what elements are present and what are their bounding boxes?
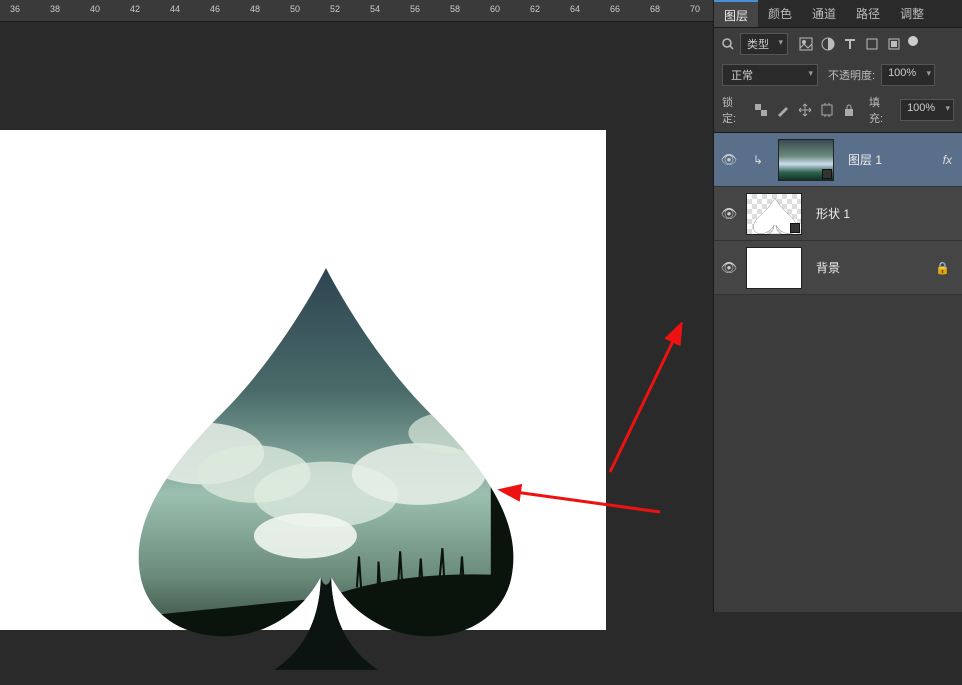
filter-type-label: 类型: [747, 39, 769, 51]
ruler-mark: 58: [450, 4, 460, 14]
visibility-icon[interactable]: 👁: [720, 260, 738, 276]
layer-row[interactable]: 👁 背景 🔒: [714, 241, 962, 295]
annotation-arrow: [590, 322, 710, 482]
vector-badge-icon: [790, 223, 800, 233]
layer-fx-label[interactable]: fx: [943, 153, 956, 167]
opacity-label: 不透明度:: [828, 67, 875, 83]
fill-input[interactable]: 100%: [900, 99, 954, 121]
ruler-mark: 42: [130, 4, 140, 14]
layers-list: 👁 ↳ 图层 1 fx 👁 形状 1 👁 背景 🔒: [714, 133, 962, 295]
tab-paths[interactable]: 路径: [846, 0, 890, 27]
lock-icon[interactable]: 🔒: [935, 261, 956, 275]
blend-mode-select[interactable]: 正常: [722, 64, 818, 86]
ruler-mark: 52: [330, 4, 340, 14]
layer-name[interactable]: 图层 1: [848, 151, 935, 168]
ruler-mark: 64: [570, 4, 580, 14]
artboard[interactable]: [0, 130, 606, 630]
lock-all-icon[interactable]: [841, 102, 857, 118]
fill-value: 100%: [907, 102, 935, 114]
filter-type-select[interactable]: 类型: [740, 33, 788, 55]
lock-label: 锁定:: [722, 94, 747, 126]
lock-move-icon[interactable]: [797, 102, 813, 118]
ruler-mark: 44: [170, 4, 180, 14]
tab-adjustments[interactable]: 调整: [890, 0, 934, 27]
smartobject-badge-icon: [822, 169, 832, 179]
filter-toggle-icon[interactable]: [908, 36, 918, 46]
filter-shape-icon[interactable]: [864, 36, 880, 52]
lock-artboard-icon[interactable]: [819, 102, 835, 118]
ruler-mark: 40: [90, 4, 100, 14]
filter-text-icon[interactable]: [842, 36, 858, 52]
layer-name[interactable]: 形状 1: [816, 205, 956, 222]
ruler-mark: 56: [410, 4, 420, 14]
ruler-mark: 54: [370, 4, 380, 14]
tab-colors[interactable]: 颜色: [758, 0, 802, 27]
opacity-value: 100%: [888, 67, 916, 79]
layer-thumbnail[interactable]: [746, 193, 802, 235]
ruler-mark: 66: [610, 4, 620, 14]
ruler-mark: 48: [250, 4, 260, 14]
tab-layers[interactable]: 图层: [714, 0, 758, 27]
blend-row: 正常 不透明度: 100%: [714, 60, 962, 90]
ruler-mark: 68: [650, 4, 660, 14]
ruler-top: 36 38 40 42 44 46 48 50 52 54 56 58 60 6…: [0, 0, 713, 22]
lock-brush-icon[interactable]: [775, 102, 791, 118]
filter-adjustment-icon[interactable]: [820, 36, 836, 52]
opacity-input[interactable]: 100%: [881, 64, 935, 86]
filter-pixel-icon[interactable]: [798, 36, 814, 52]
lock-transparency-icon[interactable]: [753, 102, 769, 118]
fill-label: 填充:: [869, 94, 894, 126]
panels: 图层 颜色 通道 路径 调整 类型 正常 不透明度: 100% 锁定: 填: [713, 0, 962, 612]
ruler-mark: 62: [530, 4, 540, 14]
ruler-mark: 36: [10, 4, 20, 14]
layer-thumbnail[interactable]: [746, 247, 802, 289]
visibility-icon[interactable]: 👁: [720, 152, 738, 168]
layer-filter-row: 类型: [714, 28, 962, 60]
panel-tabs: 图层 颜色 通道 路径 调整: [714, 0, 962, 28]
ruler-mark: 50: [290, 4, 300, 14]
tab-channels[interactable]: 通道: [802, 0, 846, 27]
search-icon: [722, 38, 734, 50]
layer-name[interactable]: 背景: [816, 259, 927, 276]
layer-row[interactable]: 👁 ↳ 图层 1 fx: [714, 133, 962, 187]
layer-thumbnail[interactable]: [778, 139, 834, 181]
lock-row: 锁定: 填充: 100%: [714, 90, 962, 133]
visibility-icon[interactable]: 👁: [720, 206, 738, 222]
canvas-area[interactable]: [0, 22, 713, 612]
filter-smartobject-icon[interactable]: [886, 36, 902, 52]
spade-shape[interactable]: [118, 268, 534, 680]
ruler-mark: 46: [210, 4, 220, 14]
blend-mode-value: 正常: [731, 70, 753, 82]
clip-indicator-icon: ↳: [746, 153, 770, 167]
ruler-mark: 38: [50, 4, 60, 14]
layer-row[interactable]: 👁 形状 1: [714, 187, 962, 241]
ruler-mark: 70: [690, 4, 700, 14]
ruler-mark: 60: [490, 4, 500, 14]
